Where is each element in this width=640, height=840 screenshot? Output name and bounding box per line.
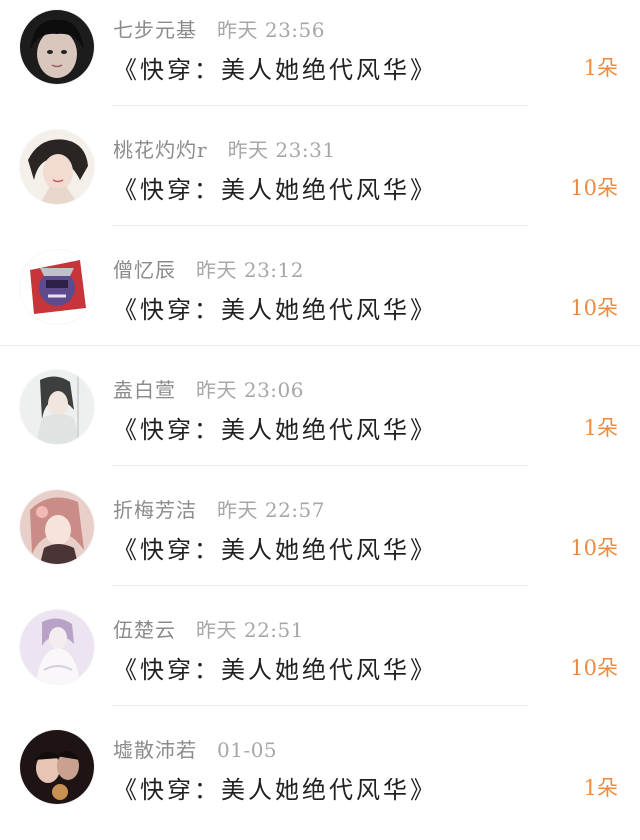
meta-line: 僧忆辰 昨天 23:12 [113,254,304,283]
username[interactable]: 伍楚云 [113,618,176,642]
timestamp: 昨天 22:51 [196,618,304,642]
list-item[interactable]: 折梅芳洁 昨天 22:57 《快穿：美人她绝代风华》 10朵 [0,480,640,600]
username[interactable]: 僧忆辰 [113,258,176,282]
meta-line: 伍楚云 昨天 22:51 [113,614,304,643]
meta-line: 折梅芳洁 昨天 22:57 [113,494,325,523]
book-title[interactable]: 《快穿：美人她绝代风华》 [113,290,437,325]
avatar[interactable] [20,130,94,204]
flower-count: 1朵 [583,56,618,80]
flower-count: 10朵 [570,656,618,680]
username[interactable]: 折梅芳洁 [113,498,197,522]
timestamp: 昨天 23:06 [196,378,304,402]
divider [112,585,528,586]
username[interactable]: 墟散沛若 [113,738,197,762]
username[interactable]: 七步元基 [113,18,197,42]
meta-line: 盍白萱 昨天 23:06 [113,374,304,403]
flower-count: 10朵 [570,296,618,320]
timestamp: 01-05 [217,738,278,762]
list-item[interactable]: 僧忆辰 昨天 23:12 《快穿：美人她绝代风华》 10朵 [0,240,640,360]
book-title[interactable]: 《快穿：美人她绝代风华》 [113,530,437,565]
gift-record-list: 七步元基 昨天 23:56 《快穿：美人她绝代风华》 1朵 桃花灼灼r 昨天 23:… [0,0,640,821]
timestamp: 昨天 23:56 [217,18,325,42]
avatar[interactable] [20,490,94,564]
timestamp: 昨天 23:12 [196,258,304,282]
divider [112,225,528,226]
timestamp: 昨天 22:57 [217,498,325,522]
meta-line: 七步元基 昨天 23:56 [113,14,325,43]
list-item[interactable]: 伍楚云 昨天 22:51 《快穿：美人她绝代风华》 10朵 [0,600,640,720]
divider [0,345,640,346]
list-item[interactable]: 七步元基 昨天 23:56 《快穿：美人她绝代风华》 1朵 [0,0,640,120]
avatar[interactable] [20,730,94,804]
book-title[interactable]: 《快穿：美人她绝代风华》 [113,50,437,85]
meta-line: 墟散沛若 01-05 [113,734,277,763]
avatar[interactable] [20,250,94,324]
meta-line: 桃花灼灼r 昨天 23:31 [113,134,336,163]
username[interactable]: 盍白萱 [113,378,176,402]
list-item[interactable]: 墟散沛若 01-05 《快穿：美人她绝代风华》 1朵 [0,720,640,840]
book-title[interactable]: 《快穿：美人她绝代风华》 [113,770,437,805]
flower-count: 1朵 [583,416,618,440]
username[interactable]: 桃花灼灼r [113,138,208,162]
list-item[interactable]: 盍白萱 昨天 23:06 《快穿：美人她绝代风华》 1朵 [0,360,640,480]
flower-count: 10朵 [570,536,618,560]
flower-count: 10朵 [570,176,618,200]
book-title[interactable]: 《快穿：美人她绝代风华》 [113,170,437,205]
timestamp: 昨天 23:31 [227,138,336,162]
divider [112,105,528,106]
list-item[interactable]: 桃花灼灼r 昨天 23:31 《快穿：美人她绝代风华》 10朵 [0,120,640,240]
avatar[interactable] [20,370,94,444]
divider [112,705,528,706]
flower-count: 1朵 [583,776,618,800]
book-title[interactable]: 《快穿：美人她绝代风华》 [113,410,437,445]
avatar[interactable] [20,610,94,684]
divider [112,465,528,466]
avatar[interactable] [20,10,94,84]
book-title[interactable]: 《快穿：美人她绝代风华》 [113,650,437,685]
